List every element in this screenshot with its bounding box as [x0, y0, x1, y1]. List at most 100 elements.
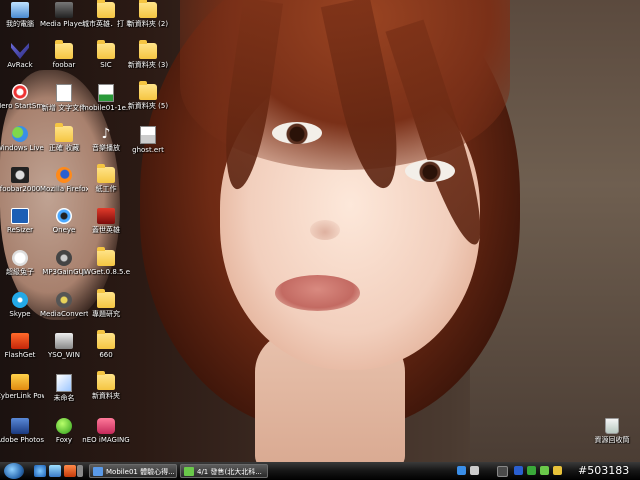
desktop-icon-resizer[interactable]: ReSizer: [0, 208, 44, 234]
folder-icon: [97, 40, 115, 59]
icon-label: Skype: [9, 310, 31, 318]
wallpaper-eye-right: [405, 160, 455, 182]
folder-icon: [139, 0, 157, 18]
taskbar-button-mobile01[interactable]: Mobile01 體驗心得...: [89, 464, 177, 478]
icon-label: 新資料夾 (5): [127, 102, 169, 110]
taskbar-button-chat[interactable]: 4/1 發售(北大北科...: [180, 464, 268, 478]
desktop-icon-untitled[interactable]: 未命名: [40, 374, 88, 402]
icon-label: MP3GainGUI: [42, 268, 86, 276]
wallpaper-eye-left: [272, 122, 322, 144]
desktop-icon-yso-win[interactable]: YSO_WIN: [40, 333, 88, 359]
desktop-icon-favorites-folder[interactable]: 正確 收藏: [40, 123, 88, 152]
desktop-icon-mediaconvert[interactable]: MediaConvert: [40, 292, 88, 318]
task-label: Mobile01 體驗心得...: [106, 468, 175, 476]
start-orb-icon[interactable]: [4, 463, 24, 479]
icon-label: Mozilla Firefox: [40, 185, 88, 193]
quick-launch-desktop-icon[interactable]: [49, 465, 61, 477]
desktop-icon-mp3gain[interactable]: MP3GainGUI: [40, 250, 88, 276]
desktop-icon-skype[interactable]: Skype: [0, 292, 44, 318]
desktop-icon-music-player[interactable]: ♪ 音樂播放: [82, 126, 130, 152]
game-icon: [97, 208, 115, 224]
text-file-icon: [56, 84, 72, 102]
folder-icon: [55, 40, 73, 59]
desktop-icon-foxy[interactable]: Foxy: [40, 418, 88, 444]
desktop-icon-oneye[interactable]: Oneye: [40, 208, 88, 234]
icon-label: 紙工作: [95, 185, 117, 193]
icon-label: Oneye: [52, 226, 76, 234]
quick-launch-app-icon[interactable]: [64, 465, 76, 477]
skype-icon: [12, 292, 28, 308]
file-icon: [56, 374, 72, 392]
icon-label: foobar: [52, 61, 76, 69]
desktop-icon-city-hero-folder[interactable]: 城市英雄．打 擊犯罪: [82, 0, 130, 28]
icon-label: MediaConvert: [40, 310, 88, 318]
desktop-icon-foobar2000[interactable]: foobar2000: [0, 167, 44, 193]
icon-label: AvRack: [7, 61, 33, 69]
desktop-icon-research-folder[interactable]: 專題研究: [82, 289, 130, 318]
desktop-icon-new-folder-5[interactable]: 新資料夾 (5): [124, 81, 172, 110]
desktop-icon-new-folder-2[interactable]: 新資料夾 (2): [124, 0, 172, 28]
tray-app-icon[interactable]: [497, 466, 508, 477]
icon-label: Media Player Classic: [40, 20, 88, 28]
icon-label: mobile01-1e...: [82, 104, 130, 112]
tray-network-icon[interactable]: [457, 466, 466, 475]
desktop-icon-firefox[interactable]: Mozilla Firefox: [40, 167, 88, 193]
music-icon: ♪: [101, 126, 111, 142]
recycle-bin-icon: [605, 418, 619, 434]
quick-launch-ie-icon[interactable]: [34, 465, 46, 477]
desktop-icon-recycle-bin[interactable]: 資源回收筒: [588, 418, 636, 444]
mediaconvert-icon: [56, 292, 72, 308]
icon-label: 新資料夾: [92, 392, 120, 400]
tray-volume-icon[interactable]: [470, 466, 479, 475]
desktop-icon-mobile01-file[interactable]: mobile01-1e...: [82, 84, 130, 112]
desktop-icon-avrack[interactable]: AvRack: [0, 43, 44, 69]
wallpaper-lips: [275, 275, 360, 311]
folder-icon: [97, 289, 115, 308]
foobar2000-icon: [11, 167, 29, 183]
excel-file-icon: [98, 84, 114, 102]
tray-app-icon[interactable]: [527, 466, 536, 475]
desktop-icon-ghost-file[interactable]: ghost.ert: [124, 126, 172, 154]
desktop-icon-sic-folder[interactable]: SIC: [82, 40, 130, 69]
icon-label: Foxy: [55, 436, 73, 444]
desktop-icon-my-computer[interactable]: 我的電腦: [0, 2, 44, 28]
desktop-icon-new-folder-3[interactable]: 新資料夾 (3): [124, 40, 172, 69]
desktop-icon-flashget[interactable]: FlashGet: [0, 333, 44, 359]
desktop-icon-messenger[interactable]: Windows Live Messenger: [0, 126, 44, 152]
tray-app-icon[interactable]: [514, 466, 523, 475]
desktop-icon-jwget-folder[interactable]: JWGet.0.8.5.e: [82, 247, 130, 276]
desktop-icon-paper-work-folder[interactable]: 紙工作: [82, 164, 130, 193]
desktop-icon-new-text-file[interactable]: 新增 文字文件: [40, 84, 88, 112]
icon-label: 正確 收藏: [48, 144, 80, 152]
desktop-icon-660-folder[interactable]: 660: [82, 330, 130, 359]
desktop-icon-nero[interactable]: Nero StartSmart: [0, 84, 44, 110]
icon-label: foobar2000: [0, 185, 41, 193]
tray-messenger-icon[interactable]: [540, 466, 549, 475]
quick-launch-expand-icon[interactable]: [77, 465, 83, 477]
folder-icon: [97, 0, 115, 18]
nero-icon: [12, 84, 28, 100]
icon-label: CyberLink PowerDVD: [0, 392, 44, 400]
desktop-icon-rabbit[interactable]: 超級兔子: [0, 250, 44, 276]
icon-label: YSO_WIN: [48, 351, 80, 359]
desktop-icon-powerdvd[interactable]: CyberLink PowerDVD: [0, 374, 44, 400]
icon-label: nEO iMAGING: [82, 436, 130, 444]
desktop-icon-hero-game[interactable]: 蓋世英雄: [82, 208, 130, 234]
desktop-icon-foobar-folder[interactable]: foobar: [40, 40, 88, 69]
icon-label: FlashGet: [4, 351, 36, 359]
yso-icon: [55, 333, 73, 349]
ghost-file-icon: [140, 126, 156, 144]
mp3gain-icon: [56, 250, 72, 266]
photoshop-icon: [11, 418, 29, 434]
oneye-icon: [56, 208, 72, 224]
task-label: 4/1 發售(北大北科...: [197, 468, 262, 476]
desktop-icon-photoshop[interactable]: Adobe Photosh...: [0, 418, 44, 444]
desktop-icon-neo-imaging[interactable]: nEO iMAGING: [82, 418, 130, 444]
icon-label: 超級兔子: [6, 268, 34, 276]
desktop-icon-new-folder[interactable]: 新資料夾: [82, 371, 130, 400]
tray-app-icon[interactable]: [553, 466, 562, 475]
desktop-icon-media-player-classic[interactable]: Media Player Classic: [40, 2, 88, 28]
folder-icon: [97, 164, 115, 183]
icon-label: 新資料夾 (2): [127, 20, 169, 28]
resizer-icon: [11, 208, 29, 224]
